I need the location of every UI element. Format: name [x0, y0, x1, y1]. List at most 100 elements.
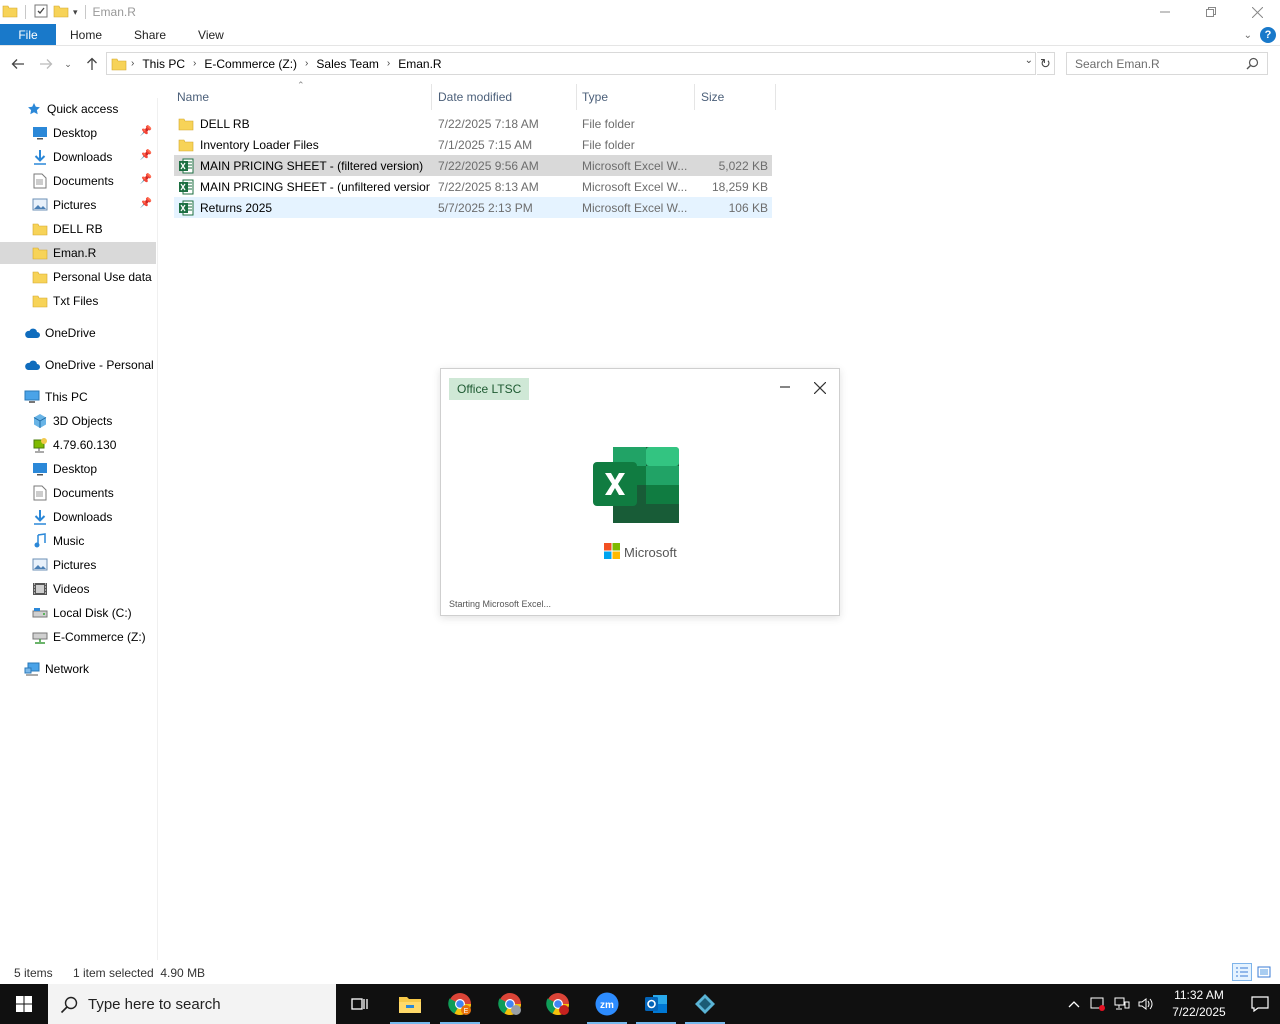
- nav-this-pc[interactable]: This PC: [0, 386, 156, 408]
- diamond-app-icon: [695, 994, 715, 1014]
- star-icon: [26, 101, 42, 117]
- expand-ribbon-icon[interactable]: ⌄: [1244, 30, 1252, 41]
- breadcrumb-sales-team[interactable]: Sales Team: [312, 57, 382, 71]
- pin-icon[interactable]: 📌: [140, 174, 152, 185]
- refresh-button[interactable]: ↻: [1037, 52, 1055, 75]
- nav-item-label: Eman.R: [53, 246, 97, 260]
- chrome-icon: [498, 993, 521, 1015]
- nav-onedrive-personal[interactable]: OneDrive - Personal: [0, 354, 156, 376]
- nav-quick-documents[interactable]: Documents 📌: [0, 170, 156, 192]
- minimize-button[interactable]: [1142, 0, 1188, 24]
- show-hidden-icons-button[interactable]: [1062, 984, 1086, 1024]
- pin-icon[interactable]: 📌: [140, 126, 152, 137]
- breadcrumb-e-commerce[interactable]: E-Commerce (Z:): [200, 57, 301, 71]
- volume-icon[interactable]: [1134, 984, 1158, 1024]
- splash-close-button[interactable]: [809, 377, 831, 399]
- excel-splash-dialog: Office LTSC Microsoft Starting Microsoft…: [440, 368, 840, 616]
- network-icon[interactable]: [1110, 984, 1134, 1024]
- tab-file[interactable]: File: [0, 24, 56, 45]
- start-button[interactable]: [0, 984, 48, 1024]
- file-date: 7/22/2025 8:13 AM: [438, 179, 539, 194]
- nav-quick-access[interactable]: Quick access: [0, 98, 156, 120]
- nav-quick-desktop[interactable]: Desktop 📌: [0, 122, 156, 144]
- taskbar-chrome-1[interactable]: E: [436, 984, 484, 1024]
- nav-pc-videos[interactable]: Videos: [0, 578, 156, 600]
- nav-pc-local-disk-c[interactable]: Local Disk (C:): [0, 602, 156, 624]
- file-size: 5,022 KB: [718, 158, 768, 173]
- pin-icon[interactable]: 📌: [140, 198, 152, 209]
- column-header-size[interactable]: Size: [696, 84, 776, 110]
- nav-item-label: E-Commerce (Z:): [53, 630, 146, 644]
- navigation-row: ⌄ › This PC › E-Commerce (Z:) › Sales Te…: [0, 50, 1280, 78]
- column-header-name[interactable]: Name: [172, 84, 432, 110]
- tray-security-icon[interactable]: [1086, 984, 1110, 1024]
- breadcrumb-separator[interactable]: ›: [127, 58, 138, 69]
- up-button[interactable]: [80, 52, 104, 76]
- tab-share[interactable]: Share: [118, 24, 182, 45]
- nav-item-label: Documents: [53, 486, 114, 500]
- address-dropdown-icon[interactable]: ⌄: [1025, 55, 1033, 66]
- address-bar[interactable]: › This PC › E-Commerce (Z:) › Sales Team…: [106, 52, 1036, 75]
- nav-quick-eman-r[interactable]: Eman.R: [0, 242, 156, 264]
- file-row[interactable]: Inventory Loader Files 7/1/2025 7:15 AM Fi…: [174, 134, 772, 155]
- details-view-button[interactable]: [1232, 963, 1252, 981]
- forward-button[interactable]: [34, 52, 58, 76]
- nav-pc-music[interactable]: Music: [0, 530, 156, 552]
- nav-pc-3d-objects[interactable]: 3D Objects: [0, 410, 156, 432]
- search-input[interactable]: Search Eman.R: [1066, 52, 1268, 75]
- network-drive-icon: [32, 437, 48, 453]
- nav-quick-pictures[interactable]: Pictures 📌: [0, 194, 156, 216]
- action-center-button[interactable]: [1240, 984, 1280, 1024]
- nav-item-label: Pictures: [53, 558, 97, 572]
- close-button[interactable]: [1234, 0, 1280, 24]
- nav-pc-documents[interactable]: Documents: [0, 482, 156, 504]
- file-row[interactable]: MAIN PRICING SHEET - (filtered version) 7…: [174, 155, 772, 176]
- pin-icon[interactable]: 📌: [140, 150, 152, 161]
- taskbar-zoom[interactable]: zm: [583, 984, 631, 1024]
- nav-quick-personal-use-data[interactable]: Personal Use data: [0, 266, 156, 288]
- properties-icon[interactable]: [33, 3, 49, 22]
- breadcrumb-this-pc[interactable]: This PC: [138, 57, 189, 71]
- new-folder-icon[interactable]: [53, 3, 69, 22]
- large-icons-view-button[interactable]: [1254, 963, 1274, 981]
- recent-locations-button[interactable]: ⌄: [60, 52, 76, 76]
- taskbar-chrome-2[interactable]: [486, 984, 534, 1024]
- tab-view[interactable]: View: [182, 24, 240, 45]
- file-row[interactable]: Returns 2025 5/7/2025 2:13 PM Microsoft Ex…: [174, 197, 772, 218]
- taskbar-clock[interactable]: 11:32 AM 7/22/2025: [1164, 987, 1234, 1021]
- breadcrumb-separator[interactable]: ›: [301, 58, 312, 69]
- file-name: MAIN PRICING SHEET - (unfiltered version…: [200, 179, 430, 194]
- restore-button[interactable]: [1188, 0, 1234, 24]
- task-view-button[interactable]: [336, 984, 384, 1024]
- nav-pc-desktop[interactable]: Desktop: [0, 458, 156, 480]
- nav-pc-4-79-60-130[interactable]: 4.79.60.130: [0, 434, 156, 456]
- cloud-icon: [24, 357, 40, 373]
- taskbar-app-diamond[interactable]: [681, 984, 729, 1024]
- nav-pc-e-commerce-z[interactable]: E-Commerce (Z:): [0, 626, 156, 648]
- splash-minimize-button[interactable]: [775, 377, 795, 397]
- nav-pc-downloads[interactable]: Downloads: [0, 506, 156, 528]
- nav-pc-pictures[interactable]: Pictures: [0, 554, 156, 576]
- nav-onedrive[interactable]: OneDrive: [0, 322, 156, 344]
- customize-toolbar-icon[interactable]: ▾: [73, 7, 78, 18]
- tab-home[interactable]: Home: [56, 24, 118, 45]
- back-button[interactable]: [6, 52, 30, 76]
- file-type: Microsoft Excel W...: [582, 179, 688, 194]
- nav-quick-downloads[interactable]: Downloads 📌: [0, 146, 156, 168]
- nav-quick-dell-rb[interactable]: DELL RB: [0, 218, 156, 240]
- column-header-type[interactable]: Type: [577, 84, 695, 110]
- search-icon[interactable]: [1246, 57, 1274, 73]
- breadcrumb-separator[interactable]: ›: [189, 58, 200, 69]
- nav-quick-txt-files[interactable]: Txt Files: [0, 290, 156, 312]
- column-header-date[interactable]: Date modified: [433, 84, 577, 110]
- nav-network[interactable]: Network: [0, 658, 156, 680]
- breadcrumb-separator[interactable]: ›: [383, 58, 394, 69]
- file-row[interactable]: DELL RB 7/22/2025 7:18 AM File folder: [174, 113, 772, 134]
- taskbar-search-input[interactable]: Type here to search: [48, 984, 336, 1024]
- file-row[interactable]: MAIN PRICING SHEET - (unfiltered version…: [174, 176, 772, 197]
- help-icon[interactable]: ?: [1260, 27, 1276, 43]
- breadcrumb-eman-r[interactable]: Eman.R: [394, 57, 445, 71]
- taskbar-outlook[interactable]: [632, 984, 680, 1024]
- taskbar-chrome-3[interactable]: [534, 984, 582, 1024]
- taskbar-file-explorer[interactable]: [386, 984, 434, 1024]
